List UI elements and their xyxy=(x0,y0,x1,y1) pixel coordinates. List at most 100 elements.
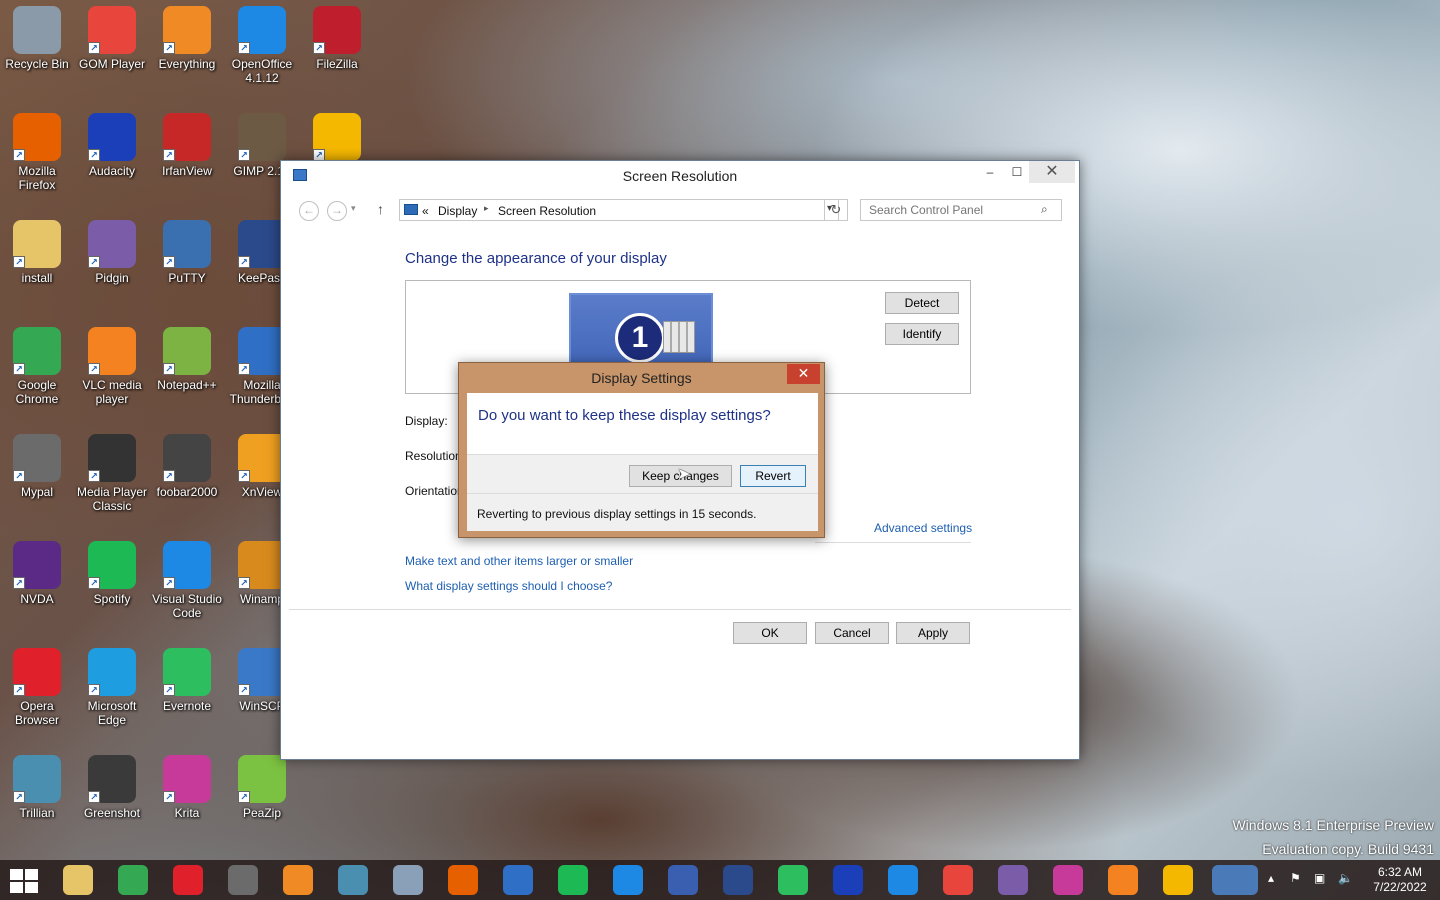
openoffice-icon[interactable] xyxy=(613,865,643,895)
desktop-icon[interactable]: ↗ Spotify xyxy=(74,541,150,606)
gom-player-icon[interactable] xyxy=(943,865,973,895)
chrome-icon[interactable] xyxy=(118,865,148,895)
desktop-icon[interactable]: ↗ Krita xyxy=(149,755,225,820)
breadcrumb-screen-resolution[interactable]: Screen Resolution xyxy=(498,204,596,218)
keepass-icon[interactable] xyxy=(723,865,753,895)
maximize-button[interactable]: ☐ xyxy=(1003,161,1031,183)
forward-icon[interactable]: → xyxy=(327,201,347,221)
pidgin-icon[interactable] xyxy=(998,865,1028,895)
opera-icon[interactable] xyxy=(173,865,203,895)
network-icon[interactable]: ▣ xyxy=(1314,871,1325,885)
desktop-icon[interactable]: ↗ OpenOffice 4.1.12 xyxy=(224,6,300,85)
desktop-icon[interactable]: ↗ FileZilla xyxy=(299,6,375,71)
desktop-icon[interactable]: ↗ Opera Browser xyxy=(0,648,75,727)
desktop-icon-label: FileZilla xyxy=(316,57,358,71)
desktop-icon[interactable]: ↗ Mypal xyxy=(0,434,75,499)
dialog-title[interactable]: Display Settings xyxy=(459,370,824,386)
mypal-icon[interactable] xyxy=(228,865,258,895)
up-arrow-icon[interactable]: ↑ xyxy=(377,201,384,217)
back-icon[interactable]: ← xyxy=(299,201,319,221)
desktop-icon[interactable]: ↗ Audacity xyxy=(74,113,150,178)
cancel-button[interactable]: Cancel xyxy=(815,622,889,644)
breadcrumb-prefix[interactable]: « xyxy=(422,204,429,218)
desktop-icon[interactable]: ↗ xyxy=(299,113,375,164)
desktop-icon[interactable]: ↗ Evernote xyxy=(149,648,225,713)
desktop-icon[interactable]: ↗ IrfanView xyxy=(149,113,225,178)
desktop-icon[interactable]: ↗ Pidgin xyxy=(74,220,150,285)
ok-button[interactable]: OK xyxy=(733,622,807,644)
shortcut-arrow-icon: ↗ xyxy=(88,363,100,375)
search-icon[interactable]: ⌕ xyxy=(1041,202,1048,217)
firefox-icon[interactable] xyxy=(448,865,478,895)
desktop-icon[interactable]: Recycle Bin xyxy=(0,6,75,71)
desktop-icon[interactable]: ↗ foobar2000 xyxy=(149,434,225,499)
display-help-link[interactable]: What display settings should I choose? xyxy=(405,579,612,593)
desktop-icon[interactable]: ↗ Trillian xyxy=(0,755,75,820)
desktop-icon[interactable]: ↗ Notepad++ xyxy=(149,327,225,392)
search-input[interactable] xyxy=(860,199,1062,221)
control-panel-icon[interactable] xyxy=(1212,865,1258,895)
desktop-icon[interactable]: ↗ Everything xyxy=(149,6,225,71)
krita-icon[interactable] xyxy=(1053,865,1083,895)
desktop-icon[interactable]: ↗ Microsoft Edge xyxy=(74,648,150,727)
desktop-icon-label: GOM Player xyxy=(78,57,145,71)
mypal-icon: ↗ xyxy=(13,434,61,482)
system-clock[interactable]: 6:32 AM 7/22/2022 xyxy=(1370,865,1430,895)
vlc-icon[interactable] xyxy=(1108,865,1138,895)
desktop-icon[interactable]: ↗ GOM Player xyxy=(74,6,150,71)
vscode-icon[interactable] xyxy=(888,865,918,895)
start-button[interactable] xyxy=(10,869,40,893)
desktop-icon-label: install xyxy=(21,271,53,285)
divider xyxy=(467,493,818,494)
desktop-icon[interactable]: ↗ VLC media player xyxy=(74,327,150,406)
desktop-icon[interactable]: ↗ PeaZip xyxy=(224,755,300,820)
refresh-icon[interactable]: ↻ xyxy=(824,199,848,221)
recent-locations-chevron-icon[interactable]: ▾ xyxy=(351,203,356,214)
spotify-icon[interactable] xyxy=(558,865,588,895)
page-title: Change the appearance of your display xyxy=(405,250,667,267)
desktop-icon[interactable]: ↗ PuTTY xyxy=(149,220,225,285)
detect-button[interactable]: Detect xyxy=(885,292,959,314)
identify-button[interactable]: Identify xyxy=(885,323,959,345)
evernote-icon[interactable] xyxy=(778,865,808,895)
text-size-link[interactable]: Make text and other items larger or smal… xyxy=(405,554,633,568)
desktop-icon[interactable]: ↗ Visual Studio Code xyxy=(149,541,225,620)
shortcut-arrow-icon: ↗ xyxy=(13,470,25,482)
show-hidden-icons-icon[interactable]: ▴ xyxy=(1268,871,1274,885)
desktop-icon[interactable]: ↗ Greenshot xyxy=(74,755,150,820)
address-bar[interactable]: « Display ▸ Screen Resolution ▾ xyxy=(399,199,839,221)
gom-player-icon: ↗ xyxy=(88,6,136,54)
file-explorer-icon[interactable] xyxy=(63,865,93,895)
window-titlebar[interactable]: Screen Resolution – ☐ ✕ xyxy=(281,161,1079,191)
shortcut-arrow-icon: ↗ xyxy=(238,149,250,161)
close-button[interactable]: ✕ xyxy=(1029,161,1075,183)
desktop-icon[interactable]: ↗ Google Chrome xyxy=(0,327,75,406)
desktop-icon[interactable]: ↗ NVDA xyxy=(0,541,75,606)
windows-logo-icon xyxy=(10,882,23,893)
shortcut-arrow-icon: ↗ xyxy=(238,256,250,268)
breadcrumb-display[interactable]: Display xyxy=(438,204,477,218)
notepad-icon[interactable] xyxy=(393,865,423,895)
desktop-icon-label: Mypal xyxy=(20,485,53,499)
thunderbird-icon[interactable] xyxy=(503,865,533,895)
dialog-close-button[interactable]: ✕ xyxy=(787,364,820,384)
desktop-icon-label: PeaZip xyxy=(242,806,282,820)
everything-icon[interactable] xyxy=(283,865,313,895)
trillian-icon[interactable] xyxy=(338,865,368,895)
revert-button[interactable]: Revert xyxy=(740,465,806,487)
aimp-icon[interactable] xyxy=(1163,865,1193,895)
winamp-icon[interactable] xyxy=(668,865,698,895)
desktop-icon[interactable]: ↗ install xyxy=(0,220,75,285)
audacity-icon[interactable] xyxy=(833,865,863,895)
action-center-flag-icon[interactable]: ⚑ xyxy=(1290,871,1301,885)
xnview-icon: ↗ xyxy=(238,434,286,482)
apply-button[interactable]: Apply xyxy=(896,622,970,644)
display-icon xyxy=(404,204,418,215)
desktop-icon[interactable]: ↗ Mozilla Firefox xyxy=(0,113,75,192)
resolution-label: Resolution xyxy=(405,449,462,463)
desktop-icon[interactable]: ↗ Media Player Classic xyxy=(74,434,150,513)
volume-muted-icon[interactable]: 🔈 xyxy=(1338,871,1353,885)
minimize-button[interactable]: – xyxy=(976,161,1004,183)
breadcrumb-separator-icon: ▸ xyxy=(484,203,489,213)
advanced-settings-link[interactable]: Advanced settings xyxy=(874,521,972,535)
